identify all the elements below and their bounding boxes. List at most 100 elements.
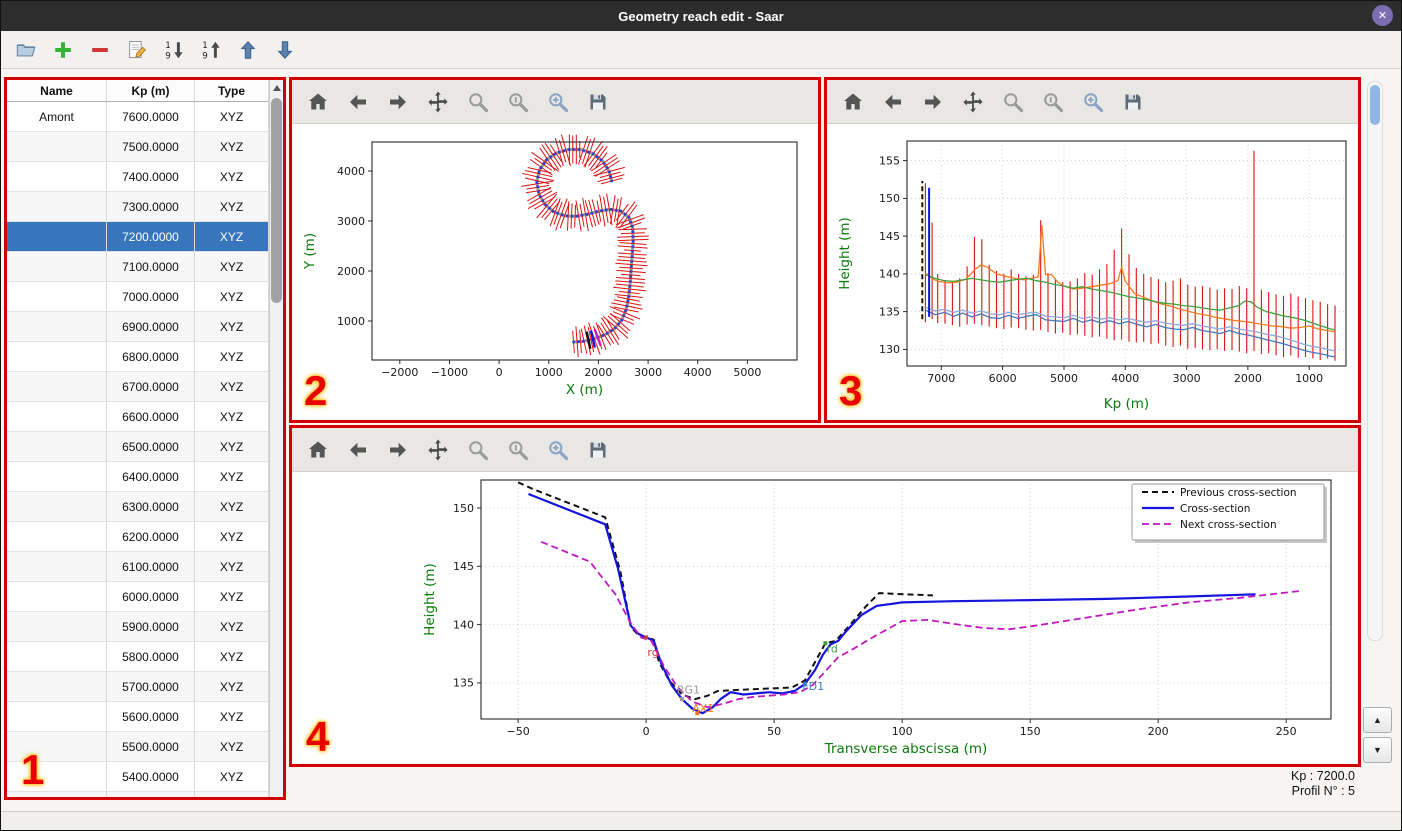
name-cell: [7, 312, 107, 342]
forward-button[interactable]: [384, 88, 412, 116]
table-row[interactable]: 6100.0000 XYZ: [7, 552, 269, 582]
column-header-type[interactable]: Type: [195, 80, 269, 102]
zoom-button[interactable]: [464, 436, 492, 464]
zoom-button[interactable]: [464, 88, 492, 116]
sort-descending-button[interactable]: 19: [161, 37, 187, 63]
table-row[interactable]: 7300.0000 XYZ: [7, 192, 269, 222]
table-row[interactable]: 5800.0000 XYZ: [7, 642, 269, 672]
profile-up-button[interactable]: ▲: [1363, 707, 1392, 733]
long-profile-panel: 7000 6000 5000 4000 3000 2000 1000 130 135 140 145…: [824, 77, 1361, 423]
right-scrollbar-thumb[interactable]: [1370, 85, 1380, 125]
table-row[interactable]: 6800.0000 XYZ: [7, 342, 269, 372]
table-row[interactable]: 5700.0000 XYZ: [7, 672, 269, 702]
move-up-button[interactable]: [235, 37, 261, 63]
forward-button[interactable]: [919, 88, 947, 116]
table-row[interactable]: 5300.0000XYZ: [7, 792, 269, 797]
home-button[interactable]: [304, 436, 332, 464]
table-row[interactable]: 5600.0000 XYZ: [7, 702, 269, 732]
table-row[interactable]: Amont 7600.0000 XYZ: [7, 102, 269, 132]
table-row[interactable]: 7000.0000 XYZ: [7, 282, 269, 312]
kp-cell: 6600.0000: [107, 402, 195, 432]
table-row[interactable]: 6500.0000 XYZ: [7, 432, 269, 462]
region-label-2: 2: [304, 367, 328, 414]
plan-plot-canvas[interactable]: −2000 −1000 0 1000 2000 3000 4000 5000 1000 2000 3…: [292, 124, 818, 420]
subplots-button[interactable]: [504, 88, 532, 116]
cross-section-canvas[interactable]: rg rd RG1 FD1 AX1 Previous cross-section Cross…: [292, 472, 1358, 764]
subplots-button[interactable]: [1039, 88, 1067, 116]
table-row[interactable]: 6400.0000 XYZ: [7, 462, 269, 492]
cross-section-panel: rg rd RG1 FD1 AX1 Previous cross-section Cross…: [289, 425, 1361, 767]
table-row[interactable]: 6200.0000 XYZ: [7, 522, 269, 552]
forward-button[interactable]: [384, 436, 412, 464]
folder-icon: [15, 39, 37, 61]
home-button[interactable]: [304, 88, 332, 116]
add-profile-button[interactable]: [50, 37, 76, 63]
column-header-kp[interactable]: Kp (m): [107, 80, 195, 102]
move-down-button[interactable]: [272, 37, 298, 63]
type-cell: XYZ: [195, 342, 269, 372]
zoom-icon: [1001, 90, 1025, 114]
back-button[interactable]: [344, 436, 372, 464]
save-button[interactable]: [584, 88, 612, 116]
name-cell: [7, 402, 107, 432]
kp-cell: 5900.0000: [107, 612, 195, 642]
edit-profile-button[interactable]: [124, 37, 150, 63]
back-button[interactable]: [344, 88, 372, 116]
save-button[interactable]: [584, 436, 612, 464]
table-row[interactable]: 6700.0000 XYZ: [7, 372, 269, 402]
table-body: Amont 7600.0000 XYZ 7500.0000 XYZ 7400.0000 XY…: [7, 102, 269, 797]
table-row[interactable]: 7500.0000 XYZ: [7, 132, 269, 162]
pan-button[interactable]: [959, 88, 987, 116]
table-row[interactable]: 5400.0000 XYZ: [7, 762, 269, 792]
save-icon: [586, 90, 610, 114]
table-scrollbar-thumb[interactable]: [271, 98, 282, 303]
svg-text:50: 50: [767, 725, 781, 738]
table-row[interactable]: 7100.0000 XYZ: [7, 252, 269, 282]
scrollbar-up-icon[interactable]: [273, 85, 281, 91]
svg-text:150: 150: [1020, 725, 1041, 738]
table-row[interactable]: 6600.0000 XYZ: [7, 402, 269, 432]
open-button[interactable]: [13, 37, 39, 63]
table-row[interactable]: 5900.0000 XYZ: [7, 612, 269, 642]
name-cell: [7, 702, 107, 732]
table-scrollbar[interactable]: [269, 80, 283, 797]
table-row[interactable]: 6000.0000 XYZ: [7, 582, 269, 612]
customize-button[interactable]: [544, 88, 572, 116]
close-button[interactable]: ✕: [1372, 5, 1393, 26]
table-row[interactable]: 6900.0000 XYZ: [7, 312, 269, 342]
remove-profile-button[interactable]: [87, 37, 113, 63]
kp-cell: 7000.0000: [107, 282, 195, 312]
kp-cell: 7500.0000: [107, 132, 195, 162]
save-button[interactable]: [1119, 88, 1147, 116]
subplots-button[interactable]: [504, 436, 532, 464]
pan-icon: [961, 90, 985, 114]
name-cell: [7, 162, 107, 192]
svg-text:135: 135: [453, 677, 474, 690]
subplots-icon: [506, 90, 530, 114]
profile-down-button[interactable]: ▼: [1363, 737, 1392, 763]
svg-text:3000: 3000: [337, 215, 365, 228]
customize-button[interactable]: [544, 436, 572, 464]
table-row[interactable]: 7200.0000 XYZ: [7, 222, 269, 252]
long-profile-canvas[interactable]: 7000 6000 5000 4000 3000 2000 1000 130 135 140 145…: [827, 124, 1358, 420]
pan-button[interactable]: [424, 88, 452, 116]
svg-text:140: 140: [879, 268, 900, 281]
back-button[interactable]: [879, 88, 907, 116]
type-cell: XYZ: [195, 312, 269, 342]
zoom-button[interactable]: [999, 88, 1027, 116]
sort-ascending-button[interactable]: 19: [198, 37, 224, 63]
name-cell: [7, 192, 107, 222]
pan-button[interactable]: [424, 436, 452, 464]
table-row[interactable]: 6300.0000 XYZ: [7, 492, 269, 522]
table-row[interactable]: 5500.0000 XYZ: [7, 732, 269, 762]
type-cell: XYZ: [195, 192, 269, 222]
table-row[interactable]: 7400.0000 XYZ: [7, 162, 269, 192]
column-header-name[interactable]: Name: [7, 80, 107, 102]
right-scrollbar[interactable]: [1367, 81, 1383, 641]
customize-button[interactable]: [1079, 88, 1107, 116]
name-cell: [7, 642, 107, 672]
svg-text:155: 155: [879, 154, 900, 167]
kp-cell: 5800.0000: [107, 642, 195, 672]
home-button[interactable]: [839, 88, 867, 116]
svg-text:9: 9: [165, 51, 171, 61]
